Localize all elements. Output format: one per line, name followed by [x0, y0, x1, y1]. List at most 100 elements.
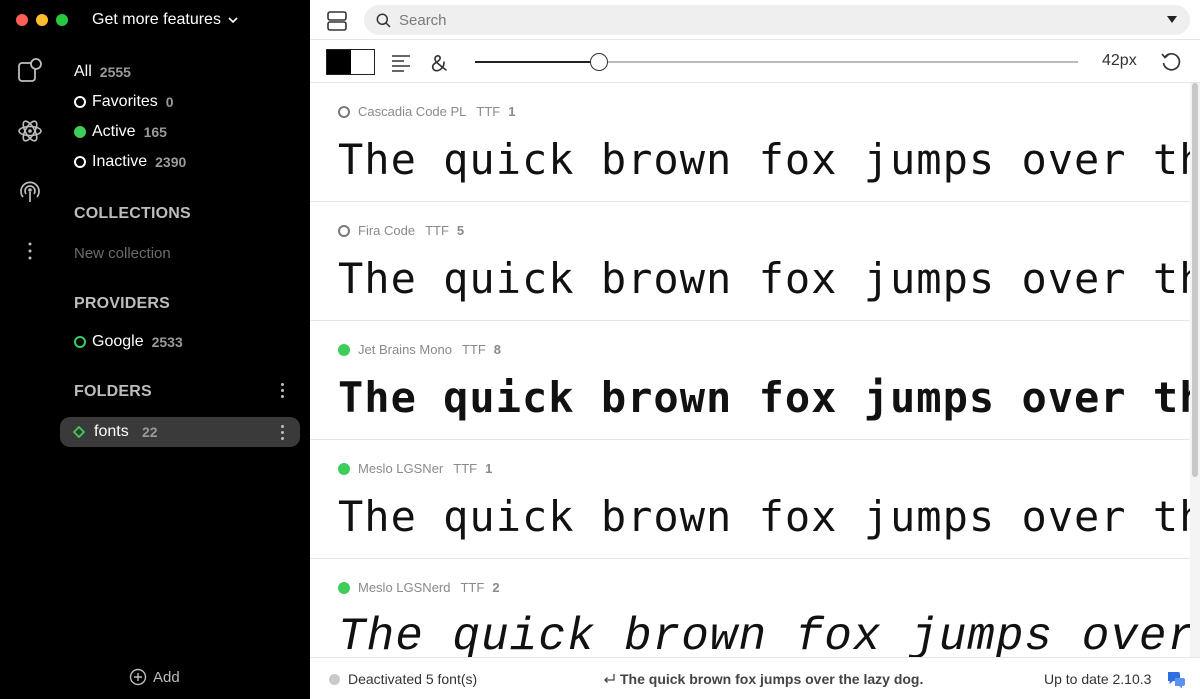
chevron-down-icon	[228, 17, 238, 24]
sample-text-label: The quick brown fox jumps over the lazy …	[620, 671, 924, 687]
font-status-icon[interactable]	[338, 224, 350, 237]
status-message: Deactivated 5 font(s)	[348, 671, 478, 687]
font-meta: Jet Brains Mono TTF 8	[338, 342, 501, 357]
atom-icon	[18, 120, 42, 142]
font-name: Jet Brains Mono	[358, 342, 452, 357]
status-ring-icon	[74, 96, 86, 108]
collections-heading: COLLECTIONS	[74, 205, 191, 222]
font-row[interactable]: Cascadia Code PL TTF 1 The quick brown fox …	[310, 83, 1190, 202]
library-icon	[18, 58, 42, 82]
font-type: TTF	[460, 580, 485, 595]
theme-toggle[interactable]	[326, 49, 375, 75]
font-type: TTF	[461, 342, 486, 357]
font-status-icon[interactable]	[338, 581, 350, 594]
font-status-icon[interactable]	[338, 343, 350, 356]
light-theme-swatch	[350, 50, 374, 74]
font-size-slider[interactable]	[475, 53, 1078, 71]
align-left-icon	[392, 55, 410, 72]
ampersand-icon	[431, 55, 447, 72]
top-bar	[310, 0, 1200, 40]
nav-inactive-count: 2390	[155, 154, 187, 170]
font-row[interactable]: Fira Code TTF 5 The quick brown fox jumps o…	[310, 202, 1190, 321]
reset-icon[interactable]	[1160, 51, 1182, 73]
font-row[interactable]: Meslo LGSNer TTF 1 The quick brown fox jump…	[310, 440, 1190, 559]
font-style-count: 1	[485, 461, 493, 476]
more-vertical-icon	[28, 242, 32, 260]
slider-fill	[475, 61, 600, 63]
nav-favorites-label: Favorites	[92, 93, 158, 110]
new-collection-button[interactable]: New collection	[74, 245, 171, 262]
font-style-count: 8	[493, 342, 501, 357]
scrollbar-thumb[interactable]	[1192, 83, 1198, 477]
font-sample: The quick brown fox jumps over the lazy …	[338, 611, 1190, 657]
layout-toggle-icon[interactable]	[326, 10, 348, 32]
font-row[interactable]: Meslo LGSNerd TTF 2 The quick brown fox jum…	[310, 559, 1190, 657]
font-row[interactable]: Jet Brains Mono TTF 8 The quick brown fox j…	[310, 321, 1190, 440]
chat-icon[interactable]	[1166, 669, 1186, 689]
nav-active-label: Active	[92, 123, 136, 140]
nav-all-count: 2555	[99, 64, 131, 80]
font-list: Cascadia Code PL TTF 1 The quick brown fox …	[310, 83, 1190, 657]
add-button[interactable]: Add	[129, 668, 180, 686]
font-name: Meslo LGSNer	[358, 461, 444, 476]
font-name: Fira Code	[358, 223, 416, 238]
font-name: Cascadia Code PL	[358, 104, 467, 119]
status-dot-icon	[329, 674, 340, 685]
status-bar: Deactivated 5 font(s) The quick brown fo…	[310, 657, 1200, 699]
folders-menu-button[interactable]	[274, 380, 290, 400]
folder-item-fonts[interactable]: fonts 22	[60, 417, 300, 447]
rail-library-button[interactable]	[17, 57, 43, 83]
folder-label: fonts	[94, 423, 129, 440]
nav-inactive[interactable]: Inactive 2390	[74, 153, 186, 171]
search-icon	[376, 13, 391, 28]
folder-menu-button[interactable]	[274, 422, 290, 442]
nav-favorites[interactable]: Favorites 0	[74, 93, 174, 111]
font-sample: The quick brown fox jumps over the lazy …	[338, 373, 1190, 422]
provider-count: 2533	[151, 334, 183, 350]
font-style-count: 1	[508, 104, 516, 119]
return-icon	[604, 674, 615, 683]
main-panel: 42px Cascadia Code PL TTF 1 The quick brown…	[310, 0, 1200, 699]
status-ring-icon	[74, 156, 86, 168]
slider-knob[interactable]	[590, 53, 609, 71]
provider-label: Google	[92, 333, 144, 350]
search-input[interactable]	[399, 9, 1139, 31]
nav-inactive-label: Inactive	[92, 153, 148, 170]
align-button[interactable]	[390, 52, 412, 74]
font-style-count: 2	[492, 580, 500, 595]
rail-more-button[interactable]	[17, 238, 43, 264]
preview-toolbar: 42px	[310, 41, 1200, 83]
font-status-icon[interactable]	[338, 462, 350, 475]
features-menu-button[interactable]: Get more features	[92, 11, 239, 29]
font-type: TTF	[476, 104, 501, 119]
nav-active[interactable]: Active 165	[74, 123, 167, 141]
provider-item-google[interactable]: Google 2533	[74, 333, 183, 351]
add-label: Add	[153, 668, 180, 686]
rail-broadcast-button[interactable]	[17, 178, 43, 204]
caret-down-icon[interactable]	[1166, 15, 1178, 25]
font-style-count: 5	[456, 223, 465, 238]
font-name: Meslo LGSNerd	[358, 580, 451, 595]
folders-heading: FOLDERS	[74, 383, 152, 400]
font-meta: Fira Code TTF 5	[338, 223, 464, 238]
sample-text-indicator[interactable]: The quick brown fox jumps over the lazy …	[602, 671, 923, 687]
zoom-window-button[interactable]	[56, 14, 68, 26]
font-sample: The quick brown fox jumps over the lazy …	[338, 492, 1190, 541]
broadcast-icon	[20, 181, 40, 202]
scrollbar[interactable]	[1190, 83, 1200, 657]
font-size-label: 42px	[1102, 52, 1137, 69]
font-status-icon[interactable]	[338, 105, 350, 118]
active-dot-icon	[74, 126, 86, 138]
font-type: TTF	[425, 223, 449, 238]
nav-favorites-count: 0	[165, 94, 174, 110]
nav-all[interactable]: All 2555	[74, 63, 131, 81]
font-meta: Meslo LGSNer TTF 1	[338, 461, 492, 476]
glyphs-button[interactable]	[428, 52, 450, 74]
close-window-button[interactable]	[16, 14, 28, 26]
features-menu-label: Get more features	[92, 11, 221, 28]
rail-explore-button[interactable]	[17, 118, 43, 144]
nav-all-label: All	[74, 63, 92, 80]
font-meta: Cascadia Code PL TTF 1	[338, 104, 515, 119]
minimize-window-button[interactable]	[36, 14, 48, 26]
folder-diamond-icon	[73, 426, 85, 438]
